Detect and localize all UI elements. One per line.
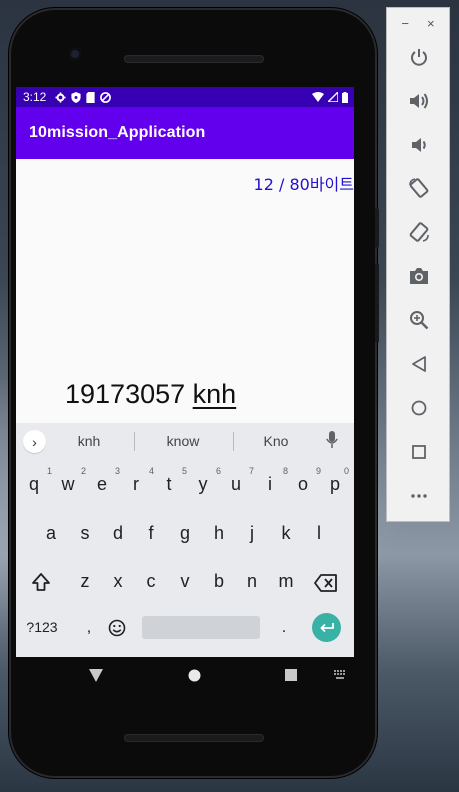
zoom-button[interactable] [406,307,432,333]
backspace-icon[interactable] [314,574,338,592]
key-t[interactable]: t [154,474,184,495]
suggestion-divider [233,432,234,451]
key-v[interactable]: v [170,571,200,592]
status-time: 3:12 [23,90,47,104]
back-icon [412,356,426,372]
text-input-field[interactable]: 19173057 knh [65,379,236,410]
more-icon [411,494,427,498]
key-q[interactable]: q [19,474,49,495]
phone-side-button [375,263,379,343]
space-bar[interactable] [142,616,260,639]
input-committed-text: 19173057 [65,379,193,409]
enter-icon [319,622,334,632]
back-nav-icon[interactable] [89,669,103,682]
key-y[interactable]: y [188,474,218,495]
more-button[interactable] [406,483,432,509]
suggestion-item[interactable]: Kno [241,433,311,449]
key-a[interactable]: a [36,523,66,544]
shield-icon [71,91,81,103]
power-button[interactable] [406,44,432,70]
key-b[interactable]: b [204,571,234,592]
signal-icon [328,92,338,102]
suggestion-item[interactable]: know [148,433,218,449]
power-icon [411,49,427,66]
phone-screen: 3:12 10mission_Application 12 / 80바이트 19… [16,87,354,657]
back-button[interactable] [406,351,432,377]
key-p[interactable]: p [320,474,350,495]
front-camera [69,48,81,60]
byte-counter: 12 / 80바이트 [253,175,354,194]
no-entry-icon [100,91,112,103]
rotate-right-icon [409,222,429,242]
key-z[interactable]: z [70,571,100,592]
suggestion-divider [134,432,135,451]
app-bar: 10mission_Application [16,107,354,159]
key-g[interactable]: g [170,523,200,544]
close-button[interactable]: × [427,16,435,31]
camera-icon [410,268,428,284]
key-s[interactable]: s [70,523,100,544]
sd-card-icon [86,91,95,103]
settings-icon [55,91,66,103]
chevron-right-icon[interactable]: › [23,430,46,453]
overview-icon [412,445,426,459]
rotate-left-button[interactable] [406,175,432,201]
keyboard-switch-icon[interactable] [334,670,347,680]
key-r[interactable]: r [121,474,151,495]
key-l[interactable]: l [304,523,334,544]
battery-icon [342,91,348,103]
suggestion-item[interactable]: knh [54,433,124,449]
screenshot-button[interactable] [406,263,432,289]
key-e[interactable]: e [87,474,117,495]
key-n[interactable]: n [237,571,267,592]
overview-nav-icon[interactable] [285,669,297,681]
key-u[interactable]: u [221,474,251,495]
key-o[interactable]: o [288,474,318,495]
rotate-left-icon [409,178,429,198]
top-speaker [124,55,264,63]
key-i[interactable]: i [255,474,285,495]
key-c[interactable]: c [136,571,166,592]
emulator-control-panel: − × [386,7,450,522]
home-nav-icon[interactable] [188,669,201,682]
comma-key[interactable]: , [74,619,104,637]
home-button[interactable] [406,395,432,421]
app-title: 10mission_Application [29,124,206,141]
symbols-key[interactable]: ?123 [20,619,64,635]
emoji-icon[interactable] [108,619,126,637]
shift-icon[interactable] [31,572,51,592]
key-h[interactable]: h [204,523,234,544]
home-icon [411,400,427,416]
key-m[interactable]: m [271,571,301,592]
key-w[interactable]: w [53,474,83,495]
period-key[interactable]: . [269,619,299,637]
navigation-bar [16,657,354,697]
volume-up-button[interactable] [406,88,432,114]
zoom-icon [410,311,429,330]
volume-up-icon [410,93,428,109]
phone-side-button [375,208,379,248]
enter-key[interactable] [312,613,341,642]
volume-down-icon [412,138,426,152]
bottom-speaker [124,734,264,742]
suggestion-strip: › knh know Kno [16,423,354,460]
key-f[interactable]: f [136,523,166,544]
microphone-icon[interactable] [326,431,338,449]
key-j[interactable]: j [237,523,267,544]
wifi-icon [312,92,324,102]
status-bar: 3:12 [16,87,354,107]
volume-down-button[interactable] [406,132,432,158]
overview-button[interactable] [406,439,432,465]
rotate-right-button[interactable] [406,219,432,245]
key-d[interactable]: d [103,523,133,544]
minimize-button[interactable]: − [401,16,409,31]
input-composing-text: knh [192,379,237,409]
soft-keyboard: › knh know Kno 1 q 2 w 3 e 4 r 5 t 6 y 7… [16,423,354,657]
key-k[interactable]: k [271,523,301,544]
key-x[interactable]: x [103,571,133,592]
